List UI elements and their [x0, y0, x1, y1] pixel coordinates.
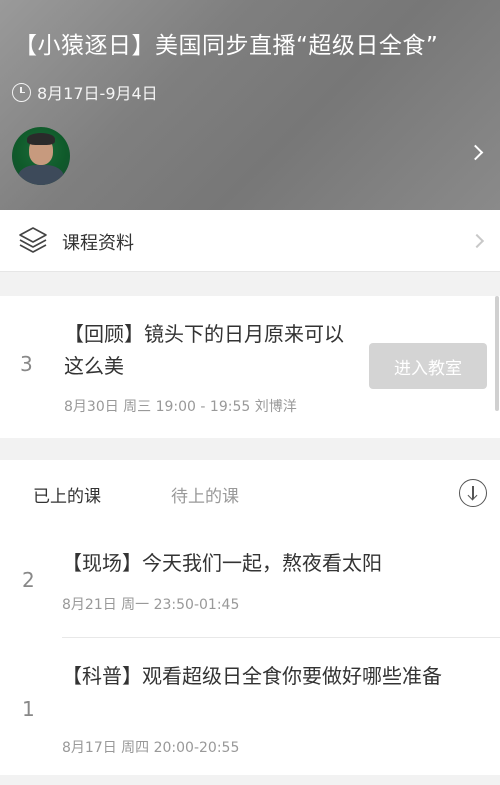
avatar-body-shape	[18, 165, 64, 185]
course-materials-label: 课程资料	[62, 233, 134, 254]
lesson-title: 【回顾】镜头下的日月原来可以这么美	[64, 322, 344, 378]
lesson-meta: 8月30日 周三 19:00 - 19:55 刘博洋	[64, 399, 297, 415]
tab-upcoming-lessons[interactable]: 待上的课	[171, 482, 239, 507]
course-date-row: 8月17日-9月4日	[12, 80, 158, 104]
teacher-avatar[interactable]	[12, 127, 70, 185]
clock-icon	[12, 82, 31, 102]
download-icon[interactable]	[459, 479, 487, 507]
lesson-index: 3	[20, 352, 33, 376]
course-header: 【小猿逐日】美国同步直播“超级日全食” 8月17日-9月4日	[0, 0, 500, 210]
course-title: 【小猿逐日】美国同步直播“超级日全食”	[14, 33, 439, 59]
lesson-title: 【科普】观看超级日全食你要做好哪些准备	[62, 664, 442, 688]
lesson-item[interactable]: 2 【现场】今天我们一起，熬夜看太阳 8月21日 周一 23:50-01:45	[0, 540, 500, 640]
bottom-band	[0, 775, 500, 785]
tab-completed-lessons[interactable]: 已上的课	[33, 482, 101, 507]
course-date-range: 8月17日-9月4日	[37, 84, 158, 103]
lesson-meta: 8月21日 周一 23:50-01:45	[62, 597, 240, 613]
chevron-right-icon	[469, 233, 485, 249]
course-materials-row[interactable]: 课程资料	[0, 210, 500, 272]
scrollbar[interactable]	[495, 296, 499, 411]
lesson-item[interactable]: 1 【科普】观看超级日全食你要做好哪些准备 8月17日 周四 20:00-20:…	[0, 655, 500, 770]
lesson-list-section: 已上的课 待上的课 2 【现场】今天我们一起，熬夜看太阳 8月21日 周一 23…	[0, 460, 500, 785]
layers-icon	[19, 227, 47, 253]
avatar-hair-shape	[27, 133, 55, 145]
lesson-title: 【现场】今天我们一起，熬夜看太阳	[62, 551, 382, 575]
lesson-index: 2	[22, 568, 35, 592]
chevron-right-icon[interactable]	[467, 144, 484, 161]
list-divider	[62, 637, 500, 638]
enter-classroom-button[interactable]: 进入教室	[369, 343, 487, 389]
lesson-index: 1	[22, 697, 35, 721]
lesson-meta: 8月17日 周四 20:00-20:55	[62, 740, 240, 756]
live-lesson-card: 3 【回顾】镜头下的日月原来可以这么美 8月30日 周三 19:00 - 19:…	[0, 296, 500, 438]
